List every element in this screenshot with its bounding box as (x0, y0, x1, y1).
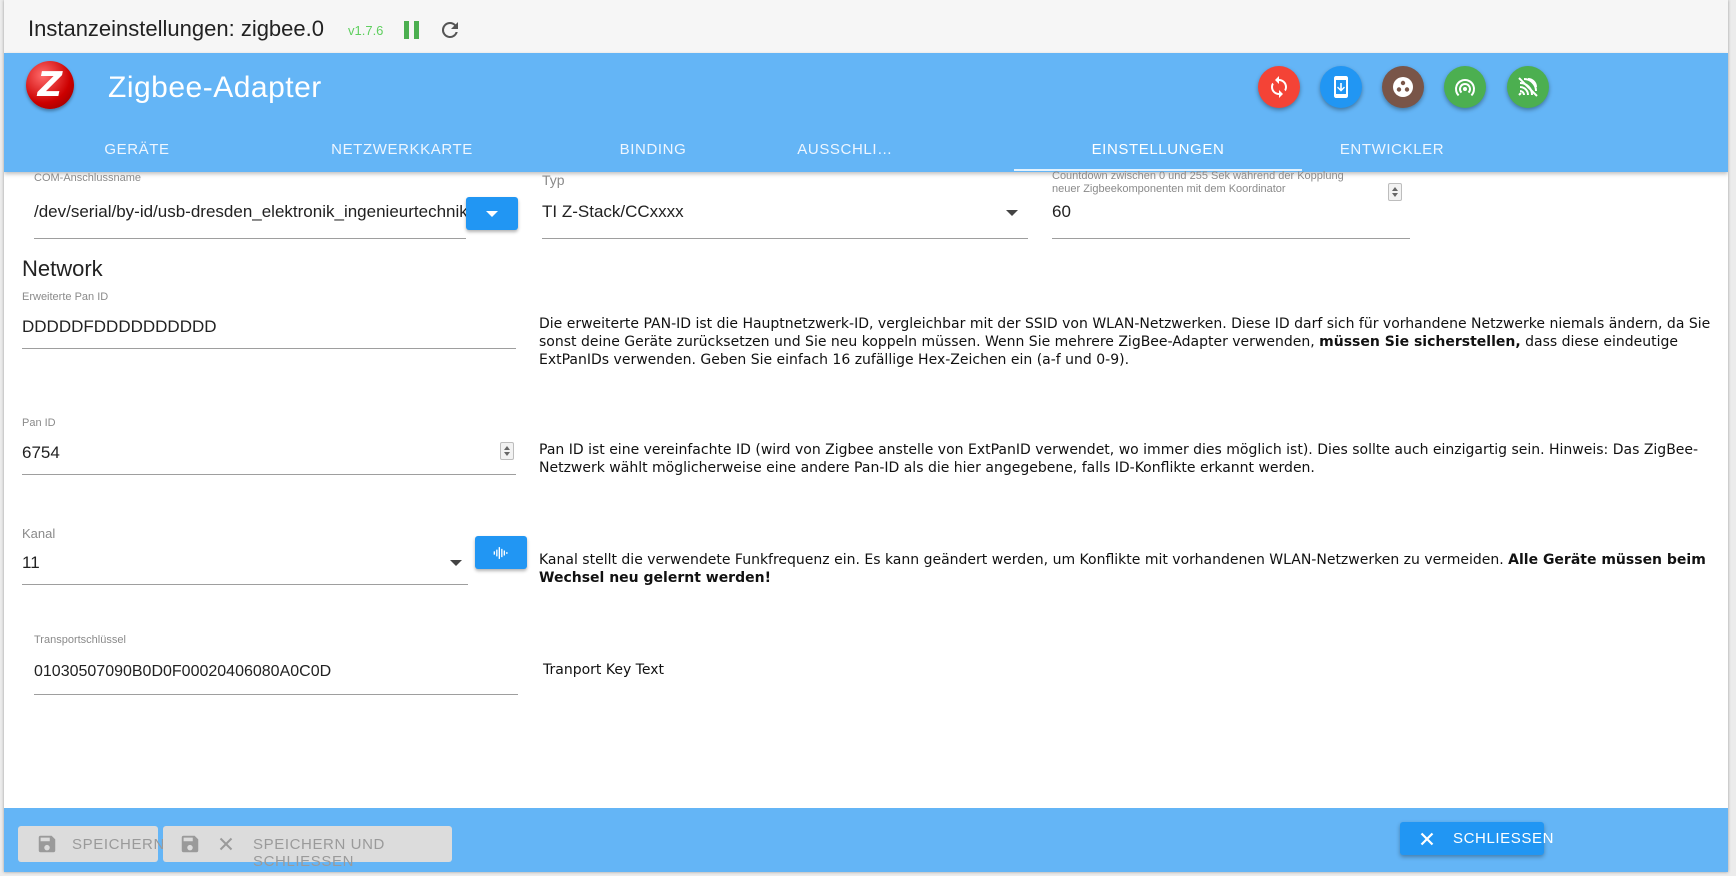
transport-key-input[interactable]: 01030507090B0D0F00020406080A0C0D (34, 663, 514, 681)
ext-pan-id-label: Erweiterte Pan ID (22, 291, 109, 303)
pairing-button[interactable] (1444, 66, 1486, 108)
type-dropdown-icon[interactable] (1006, 210, 1018, 216)
close-button[interactable]: Schliessen (1400, 822, 1553, 855)
ext-pan-id-input[interactable]: DDDDDFDDDDDDDDDD (22, 317, 502, 337)
pan-id-underline (22, 474, 516, 475)
sync-button[interactable] (1258, 66, 1300, 108)
network-section-title: Network (22, 256, 103, 281)
signal-waves-icon (1518, 77, 1538, 97)
reload-icon[interactable] (438, 18, 462, 42)
save-icon (38, 835, 56, 853)
close-icon (1420, 832, 1434, 846)
adapter-title: Zigbee-Adapter (108, 71, 322, 104)
pan-id-input[interactable]: 6754 (22, 443, 482, 463)
chevron-down-icon (486, 211, 498, 217)
countdown-label-line2: neuer Zigbeekomponenten mit dem Koordina… (1052, 183, 1286, 195)
channel-underline (22, 584, 468, 585)
channel-label: Kanal (22, 526, 56, 541)
countdown-underline (1052, 238, 1410, 239)
zigbee-logo: Z (26, 61, 74, 109)
type-underline (542, 238, 1028, 239)
save-button-label: Speichern (72, 836, 165, 853)
settings-content: COM-Anschlussname /dev/serial/by-id/usb-… (4, 170, 1728, 808)
tab-einstellungen[interactable]: Einstellungen (1038, 141, 1278, 172)
phone-download-icon (1334, 76, 1348, 98)
com-port-select-button[interactable] (466, 197, 518, 230)
window-title: Instanzeinstellungen: zigbee.0 (28, 16, 324, 41)
transport-key-help: Tranport Key Text (543, 662, 664, 678)
ext-pan-id-help: Die erweiterte PAN-ID ist die Hauptnetzw… (539, 316, 1711, 368)
channel-dropdown-icon[interactable] (450, 560, 462, 566)
tab-geraete[interactable]: Geräte (82, 141, 192, 172)
tab-netzwerkkarte[interactable]: Netzwerkkarte (322, 141, 482, 172)
sync-icon (1271, 76, 1287, 98)
countdown-stepper[interactable] (1388, 183, 1402, 201)
pause-icon[interactable] (404, 21, 420, 39)
dialog-footer: Speichern Speichern und schliessen Schli… (4, 808, 1728, 872)
countdown-input[interactable]: 60 (1052, 202, 1352, 222)
network-map-button[interactable] (1382, 66, 1424, 108)
wifi-signal-icon (1455, 79, 1475, 97)
com-port-input[interactable]: /dev/serial/by-id/usb-dresden_elektronik… (34, 202, 466, 222)
signal-scan-button[interactable] (1507, 66, 1549, 108)
version-label: v1.7.6 (348, 23, 384, 38)
window-titlebar: Instanzeinstellungen: zigbee.0 v1.7.6 (4, 0, 1728, 53)
channel-help: Kanal stellt die verwendete Funkfrequenz… (539, 552, 1706, 586)
transport-key-label: Transportschlüssel (34, 634, 126, 646)
ext-pan-id-underline (22, 348, 516, 349)
com-port-underline (34, 238, 466, 239)
pan-id-stepper[interactable] (500, 442, 514, 460)
save-icon (181, 835, 199, 853)
device-update-button[interactable] (1320, 66, 1362, 108)
channel-select[interactable]: 11 (22, 553, 422, 573)
pan-id-help: Pan ID ist eine vereinfachte ID (wird vo… (539, 442, 1699, 476)
tab-ausschluss[interactable]: Ausschli… (790, 141, 900, 172)
audio-waves-icon (493, 547, 508, 559)
countdown-label-line1: Countdown zwischen 0 und 255 Sek während… (1052, 170, 1344, 182)
save-button[interactable]: Speichern (18, 826, 164, 862)
save-and-close-label: Speichern und schliessen (253, 836, 385, 870)
save-and-close-button[interactable]: Speichern und schliessen (163, 826, 452, 870)
dots-circle-icon (1393, 77, 1413, 97)
close-button-label: Schliessen (1453, 830, 1555, 847)
com-port-label: COM-Anschlussname (34, 172, 141, 184)
channel-scan-button[interactable] (475, 536, 527, 569)
pan-id-label: Pan ID (22, 417, 56, 429)
adapter-appbar: Z Zigbee-Adapter Geräte Netzwerkkarte Bi… (4, 53, 1728, 172)
type-label: Typ (542, 172, 565, 188)
tab-entwickler[interactable]: Entwickler (1322, 141, 1462, 172)
tab-binding[interactable]: Binding (598, 141, 708, 172)
transport-key-underline (34, 694, 518, 695)
close-icon (219, 837, 233, 851)
type-select[interactable]: TI Z-Stack/CCxxxx (542, 202, 982, 222)
instance-settings-window: Instanzeinstellungen: zigbee.0 v1.7.6 Z … (4, 0, 1728, 872)
